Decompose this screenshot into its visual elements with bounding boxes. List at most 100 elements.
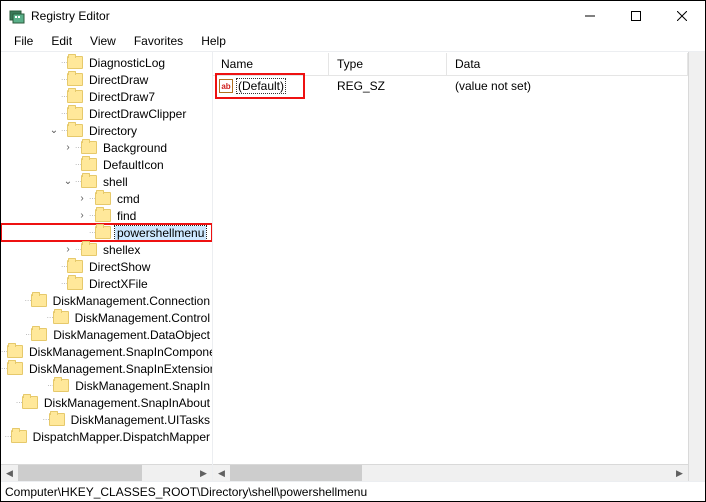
tree-item-label: DirectDrawClipper <box>87 107 188 121</box>
folder-icon <box>67 107 83 120</box>
tree-item[interactable]: ⌄⋯shell <box>1 173 212 190</box>
tree-item[interactable]: ⋯DirectDraw <box>1 71 212 88</box>
tree-item[interactable]: ⋯DirectDrawClipper <box>1 105 212 122</box>
scroll-right-icon[interactable]: ▶ <box>671 465 688 482</box>
value-data: (value not set) <box>447 79 688 93</box>
folder-icon <box>67 56 83 69</box>
tree-item[interactable]: ⋯DirectDraw7 <box>1 88 212 105</box>
tree-item[interactable]: ›⋯cmd <box>1 190 212 207</box>
folder-icon <box>7 362 23 375</box>
tree-item-label: DiskManagement.Control <box>73 311 212 325</box>
tree-item[interactable]: ⋯powershellmenu <box>1 224 212 241</box>
tree-item[interactable]: ›⋯Background <box>1 139 212 156</box>
list-row[interactable]: ab(Default)REG_SZ(value not set) <box>213 76 688 96</box>
value-name: (Default) <box>237 79 285 93</box>
tree-item-label: Directory <box>87 124 139 138</box>
folder-icon <box>11 430 27 443</box>
menu-favorites[interactable]: Favorites <box>125 32 192 50</box>
tree-item[interactable]: ⌄⋯Directory <box>1 122 212 139</box>
tree-item-label: DiskManagement.DataObject <box>51 328 212 342</box>
folder-icon <box>95 192 111 205</box>
list-vertical-scrollbar[interactable] <box>688 52 705 481</box>
tree-item-label: DiskManagement.Connection <box>51 294 212 308</box>
collapse-icon[interactable]: ⌄ <box>47 125 61 136</box>
tree-item-label: DirectShow <box>87 260 152 274</box>
tree-item[interactable]: ›⋯find <box>1 207 212 224</box>
tree-item[interactable]: ⋯DiskManagement.SnapIn <box>1 377 212 394</box>
expand-icon[interactable]: › <box>75 193 89 204</box>
folder-icon <box>53 379 69 392</box>
folder-icon <box>22 396 38 409</box>
maximize-button[interactable] <box>613 1 659 31</box>
tree-item-label: DiskManagement.SnapInComponent <box>27 345 212 359</box>
menu-view[interactable]: View <box>81 32 125 50</box>
folder-icon <box>67 90 83 103</box>
tree-item[interactable]: ⋯DiskManagement.Control <box>1 309 212 326</box>
folder-icon <box>67 277 83 290</box>
folder-icon <box>81 141 97 154</box>
scroll-right-icon[interactable]: ▶ <box>195 465 212 482</box>
column-type[interactable]: Type <box>329 53 447 75</box>
minimize-button[interactable] <box>567 1 613 31</box>
tree-item[interactable]: ⋯DiskManagement.SnapInAbout <box>1 394 212 411</box>
tree-item[interactable]: ⋯DispatchMapper.DispatchMapper <box>1 428 212 445</box>
folder-icon <box>67 124 83 137</box>
tree-item[interactable]: ⋯DiskManagement.Connection <box>1 292 212 309</box>
folder-icon <box>95 226 111 239</box>
folder-icon <box>81 243 97 256</box>
tree-item[interactable]: ⋯DiagnosticLog <box>1 54 212 71</box>
scroll-left-icon[interactable]: ◀ <box>213 465 230 482</box>
column-data[interactable]: Data <box>447 53 688 75</box>
menu-help[interactable]: Help <box>192 32 235 50</box>
status-bar: Computer\HKEY_CLASSES_ROOT\Directory\she… <box>1 481 705 501</box>
expand-icon[interactable]: › <box>61 244 75 255</box>
tree-item[interactable]: ⋯DiskManagement.SnapInComponent <box>1 343 212 360</box>
column-name[interactable]: Name <box>213 53 329 75</box>
tree-item-label: DiskManagement.SnapIn <box>73 379 212 393</box>
list-horizontal-scrollbar[interactable]: ◀ ▶ <box>213 464 688 481</box>
tree-item-label: shell <box>101 175 130 189</box>
folder-icon <box>31 294 47 307</box>
folder-icon <box>7 345 23 358</box>
expand-icon[interactable]: › <box>61 142 75 153</box>
tree-item[interactable]: ⋯DiskManagement.DataObject <box>1 326 212 343</box>
menu-file[interactable]: File <box>5 32 42 50</box>
tree-item[interactable]: ⋯DefaultIcon <box>1 156 212 173</box>
tree-item-label: find <box>115 209 138 223</box>
tree-item[interactable]: ›⋯shellex <box>1 241 212 258</box>
folder-icon <box>67 73 83 86</box>
scroll-left-icon[interactable]: ◀ <box>1 465 18 482</box>
tree-horizontal-scrollbar[interactable]: ◀ ▶ <box>1 464 212 481</box>
list-body[interactable]: ab(Default)REG_SZ(value not set) <box>213 76 688 464</box>
title-bar: Registry Editor <box>1 1 705 31</box>
main-panel: ⋯DiagnosticLog⋯DirectDraw⋯DirectDraw7⋯Di… <box>1 51 705 481</box>
folder-icon <box>95 209 111 222</box>
collapse-icon[interactable]: ⌄ <box>61 176 75 187</box>
tree-item-label: DefaultIcon <box>101 158 166 172</box>
status-path: Computer\HKEY_CLASSES_ROOT\Directory\she… <box>5 485 367 499</box>
tree-item-label: DispatchMapper.DispatchMapper <box>31 430 212 444</box>
expand-icon[interactable]: › <box>75 210 89 221</box>
tree-item[interactable]: ⋯DiskManagement.UITasks <box>1 411 212 428</box>
folder-icon <box>81 175 97 188</box>
tree-item[interactable]: ⋯DiskManagement.SnapInExtension <box>1 360 212 377</box>
tree-item-label: powershellmenu <box>115 226 206 240</box>
tree-item[interactable]: ⋯DirectXFile <box>1 275 212 292</box>
menu-edit[interactable]: Edit <box>42 32 81 50</box>
app-icon <box>9 8 25 24</box>
close-button[interactable] <box>659 1 705 31</box>
tree-item[interactable]: ⋯DirectShow <box>1 258 212 275</box>
string-value-icon: ab <box>219 79 233 93</box>
tree-item-label: DirectDraw7 <box>87 90 157 104</box>
registry-tree[interactable]: ⋯DiagnosticLog⋯DirectDraw⋯DirectDraw7⋯Di… <box>1 52 212 464</box>
scroll-thumb[interactable] <box>230 465 362 481</box>
tree-item-label: shellex <box>101 243 142 257</box>
list-header: Name Type Data <box>213 52 688 76</box>
menu-bar: File Edit View Favorites Help <box>1 31 705 51</box>
value-list-pane: Name Type Data ab(Default)REG_SZ(value n… <box>213 52 688 481</box>
tree-item-label: Background <box>101 141 169 155</box>
tree-pane: ⋯DiagnosticLog⋯DirectDraw⋯DirectDraw7⋯Di… <box>1 52 213 481</box>
folder-icon <box>49 413 65 426</box>
folder-icon <box>81 158 97 171</box>
scroll-thumb[interactable] <box>18 465 142 481</box>
